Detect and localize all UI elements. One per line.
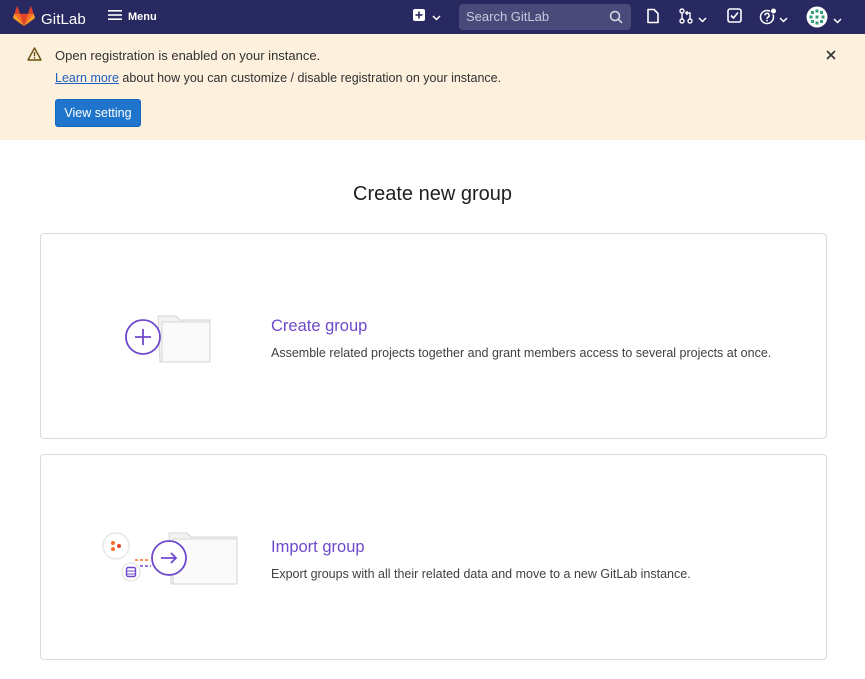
gitlab-logo-icon [13, 6, 35, 32]
close-icon[interactable] [825, 48, 837, 66]
view-setting-button[interactable]: View setting [55, 99, 141, 127]
create-group-title[interactable]: Create group [271, 317, 367, 336]
search-input[interactable] [466, 9, 606, 24]
brand-link[interactable]: GitLab [13, 6, 86, 32]
merge-requests-dropdown[interactable] [679, 8, 707, 29]
new-item-dropdown[interactable] [413, 8, 441, 26]
chevron-down-icon [833, 11, 842, 29]
menu-button[interactable]: Menu [108, 9, 157, 24]
top-navbar: GitLab Menu [0, 0, 865, 34]
user-menu-dropdown[interactable] [806, 6, 842, 33]
learn-more-link[interactable]: Learn more [55, 71, 119, 85]
todo-icon [727, 8, 742, 28]
issues-icon [646, 8, 660, 29]
search-field[interactable] [459, 4, 631, 30]
help-icon [759, 7, 777, 30]
import-group-title[interactable]: Import group [271, 538, 365, 557]
page-title: Create new group [353, 183, 512, 205]
alert-body: Learn more about how you can customize /… [55, 71, 501, 85]
create-group-card[interactable]: Create group Assemble related projects t… [40, 233, 827, 439]
import-group-card[interactable]: Import group Export groups with all thei… [40, 454, 827, 660]
todos-button[interactable] [727, 8, 742, 28]
merge-request-icon [679, 8, 693, 29]
chevron-down-icon [779, 10, 788, 28]
create-group-illustration [124, 311, 214, 368]
import-group-illustration [99, 529, 239, 592]
brand-name: GitLab [41, 10, 86, 28]
plus-square-icon [413, 8, 425, 26]
help-dropdown[interactable] [759, 7, 788, 30]
alert-title: Open registration is enabled on your ins… [55, 48, 321, 63]
alert-body-text: about how you can customize / disable re… [118, 71, 502, 85]
registration-alert: Open registration is enabled on your ins… [0, 34, 865, 140]
hamburger-icon [108, 9, 122, 24]
warning-icon [27, 47, 42, 66]
issues-button[interactable] [646, 8, 660, 29]
avatar [806, 6, 828, 33]
chevron-down-icon [698, 10, 707, 28]
create-group-description: Assemble related projects together and g… [271, 346, 772, 360]
menu-label: Menu [128, 10, 157, 23]
search-icon[interactable] [609, 10, 623, 29]
import-group-description: Export groups with all their related dat… [271, 567, 691, 581]
chevron-down-icon [432, 8, 441, 26]
